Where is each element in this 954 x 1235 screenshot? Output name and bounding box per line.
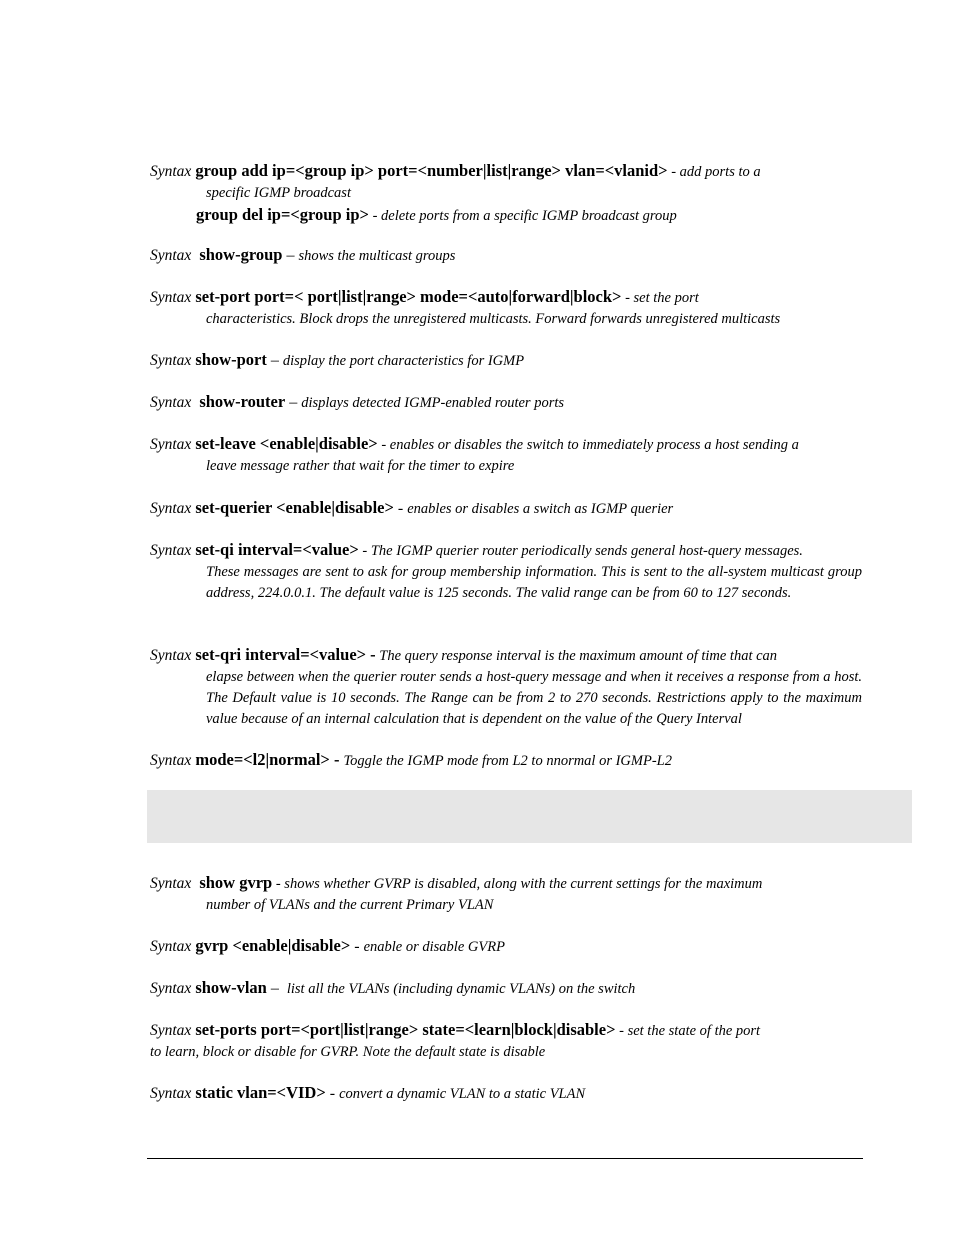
description-text: - shows whether GVRP is disabled, along …	[272, 876, 763, 892]
syntax-entry-static-vlan: Syntax static vlan=<VID> - convert a dyn…	[150, 1082, 862, 1105]
description-text: - set the port	[621, 290, 699, 306]
syntax-entry-show-vlan: Syntax show-vlan – list all the VLANs (i…	[150, 977, 862, 1000]
description-text: - enables or disables the switch to imme…	[377, 437, 799, 453]
syntax-entry-group-add: Syntax group add ip=<group ip> port=<num…	[150, 160, 862, 227]
syntax-entry-set-ports: Syntax set-ports port=<port|list|range> …	[150, 1019, 862, 1063]
section-heading-band	[147, 790, 912, 843]
separator: –	[266, 352, 283, 369]
command-text: set-port port=< port|list|range> mode=<a…	[195, 287, 622, 306]
syntax-label: Syntax	[150, 875, 192, 892]
description-text: display the port characteristics for IGM…	[282, 353, 525, 369]
syntax-entry-show-gvrp: Syntax show gvrp - shows whether GVRP is…	[150, 872, 862, 916]
syntax-entry-set-qri: Syntax set-qri interval=<value> - The qu…	[150, 644, 862, 730]
description-continuation: specific IGMP broadcast	[206, 185, 351, 201]
separator: -	[393, 500, 408, 517]
syntax-label: Syntax	[150, 980, 192, 997]
command-text: group del ip=<group ip>	[196, 205, 369, 224]
description-text: The query response interval is the maxim…	[375, 648, 778, 664]
command-text: show-vlan	[195, 978, 267, 997]
description-text: enables or disables a switch as IGMP que…	[407, 501, 674, 517]
syntax-entry-gvrp-toggle: Syntax gvrp <enable|disable> - enable or…	[150, 935, 862, 958]
description-text: Toggle the IGMP mode from L2 to nnormal …	[343, 753, 672, 769]
description-text: - delete ports from a specific IGMP broa…	[368, 208, 677, 224]
description-continuation: to learn, block or disable for GVRP. Not…	[150, 1044, 546, 1060]
syntax-label: Syntax	[150, 1085, 192, 1102]
syntax-label: Syntax	[150, 436, 192, 453]
description-text: convert a dynamic VLAN to a static VLAN	[339, 1086, 586, 1102]
command-text: group add ip=<group ip> port=<number|lis…	[195, 161, 668, 180]
syntax-entry-set-qi: Syntax set-qi interval=<value> - The IGM…	[150, 539, 862, 604]
description-text: shows the multicast groups	[298, 248, 456, 264]
syntax-entry-mode: Syntax mode=<l2|normal> - Toggle the IGM…	[150, 749, 862, 772]
command-text: set-qi interval=<value>	[195, 540, 359, 559]
command-text: gvrp <enable|disable>	[195, 936, 351, 955]
command-text: show-group	[199, 245, 283, 264]
syntax-label: Syntax	[150, 163, 192, 180]
description-continuation: characteristics. Block drops the unregis…	[206, 311, 781, 327]
command-text: set-leave <enable|disable>	[195, 434, 378, 453]
command-text: static vlan=<VID>	[195, 1083, 326, 1102]
syntax-label: Syntax	[150, 289, 192, 306]
description-text: enable or disable GVRP	[363, 939, 505, 955]
syntax-label: Syntax	[150, 1022, 192, 1039]
description-continuation: These messages are sent to ask for group…	[206, 564, 862, 601]
syntax-entry-set-port: Syntax set-port port=< port|list|range> …	[150, 286, 862, 330]
description-text: - set the state of the port	[615, 1023, 761, 1039]
command-text: set-qri interval=<value> -	[195, 645, 376, 664]
description-continuation: elapse between when the querier router s…	[206, 669, 862, 727]
description-text: list all the VLANs (including dynamic VL…	[286, 981, 636, 997]
syntax-label: Syntax	[150, 542, 192, 559]
syntax-entry-show-group: Syntax show-group – shows the multicast …	[150, 244, 862, 267]
syntax-label: Syntax	[150, 352, 192, 369]
command-text: show-router	[199, 392, 286, 411]
syntax-label: Syntax	[150, 938, 192, 955]
syntax-entry-set-querier: Syntax set-querier <enable|disable> - en…	[150, 497, 862, 520]
syntax-label: Syntax	[150, 394, 192, 411]
separator: –	[285, 394, 302, 411]
syntax-label: Syntax	[150, 647, 192, 664]
syntax-label: Syntax	[150, 247, 192, 264]
description-continuation: leave message rather that wait for the t…	[206, 458, 515, 474]
description-continuation: number of VLANs and the current Primary …	[206, 897, 494, 913]
syntax-entry-show-port: Syntax show-port – display the port char…	[150, 349, 862, 372]
command-text: set-ports port=<port|list|range> state=<…	[195, 1020, 616, 1039]
command-text: show gvrp	[199, 873, 273, 892]
syntax-entry-show-router: Syntax show-router – displays detected I…	[150, 391, 862, 414]
description-text: displays detected IGMP-enabled router po…	[301, 395, 565, 411]
separator: –	[282, 247, 299, 264]
command-text: set-querier <enable|disable>	[195, 498, 394, 517]
description-text: - The IGMP querier router periodically s…	[358, 543, 803, 559]
syntax-label: Syntax	[150, 500, 192, 517]
separator: –	[266, 980, 287, 997]
syntax-label: Syntax	[150, 752, 192, 769]
command-text: show-port	[195, 350, 267, 369]
separator: -	[325, 1085, 340, 1102]
syntax-entry-set-leave: Syntax set-leave <enable|disable> - enab…	[150, 433, 862, 477]
command-text: mode=<l2|normal> -	[195, 750, 340, 769]
description-text: - add ports to a	[667, 164, 761, 180]
syntax-subentry-group-del: group del ip=<group ip> - delete ports f…	[150, 204, 862, 227]
separator: -	[350, 938, 364, 955]
footer-divider	[147, 1158, 863, 1159]
